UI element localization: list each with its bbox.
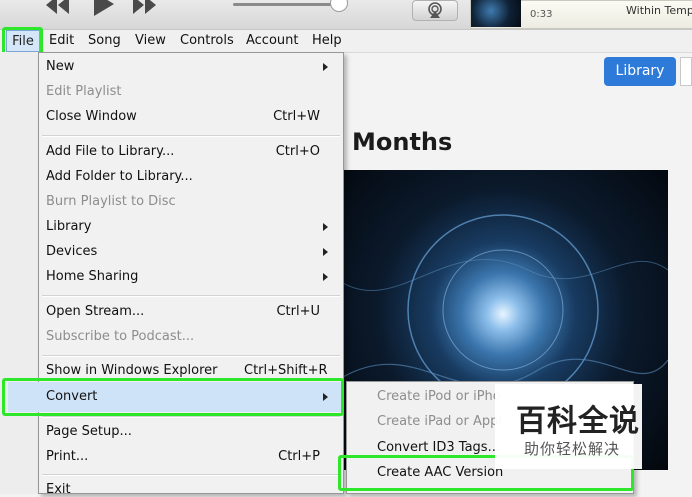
content-edge	[680, 57, 692, 86]
submenu-arrow-icon	[323, 63, 328, 71]
menu-separator	[42, 355, 340, 357]
shortcut-open-stream: Ctrl+U	[276, 304, 320, 319]
menu-item-convert[interactable]: Convert	[46, 389, 97, 404]
menu-item-exit[interactable]: Exit	[46, 482, 71, 497]
menu-item-devices[interactable]: Devices	[46, 244, 97, 259]
menu-item-add-folder[interactable]: Add Folder to Library...	[46, 169, 193, 184]
submenu-arrow-icon	[323, 273, 328, 281]
menu-account[interactable]: Account	[246, 30, 299, 52]
menu-item-add-file[interactable]: Add File to Library...	[46, 144, 174, 159]
menu-controls[interactable]: Controls	[180, 30, 234, 52]
shortcut-add-file: Ctrl+O	[275, 144, 320, 159]
menu-separator	[42, 474, 340, 476]
menu-song[interactable]: Song	[88, 30, 121, 52]
album-heading: Months	[352, 128, 453, 156]
submenu-arrow-icon	[323, 248, 328, 256]
submenu-item-create-aac[interactable]: Create AAC Version	[377, 465, 503, 480]
menu-item-burn-playlist: Burn Playlist to Disc	[46, 194, 176, 209]
airplay-icon	[428, 2, 442, 18]
airplay-button[interactable]	[412, 0, 458, 21]
volume-slider[interactable]	[233, 3, 338, 6]
watermark-title: 百科全说	[516, 404, 640, 439]
fast-forward-icon[interactable]	[132, 0, 158, 16]
menu-item-print[interactable]: Print...	[46, 449, 88, 464]
menu-separator	[42, 416, 340, 418]
submenu-arrow-icon	[323, 393, 328, 401]
menu-view[interactable]: View	[135, 30, 166, 52]
now-playing-time: 0:33	[530, 9, 553, 20]
submenu-item-create-ipod: Create iPod or iPho	[377, 389, 501, 404]
submenu-item-create-ipad: Create iPad or Appl	[377, 414, 502, 429]
menu-item-open-stream[interactable]: Open Stream...	[46, 304, 144, 319]
watermark-subtitle: 助你轻松解决	[524, 440, 621, 458]
menu-edit[interactable]: Edit	[49, 30, 74, 52]
menu-item-new[interactable]: New	[46, 59, 74, 74]
submenu-arrow-icon	[323, 223, 328, 231]
menu-item-subscribe-podcast: Subscribe to Podcast...	[46, 329, 195, 344]
rewind-icon[interactable]	[44, 0, 70, 16]
shortcut-show-in-explorer: Ctrl+Shift+R	[244, 363, 328, 378]
shortcut-close-window: Ctrl+W	[273, 109, 320, 124]
menu-separator	[42, 295, 340, 297]
sidebar	[0, 52, 40, 494]
submenu-item-convert-id3[interactable]: Convert ID3 Tags...	[377, 440, 500, 455]
library-button[interactable]: Library	[604, 57, 676, 86]
menu-separator	[42, 135, 340, 137]
menu-item-page-setup[interactable]: Page Setup...	[46, 424, 132, 439]
menu-item-library[interactable]: Library	[46, 219, 91, 234]
now-playing-artwork[interactable]	[471, 0, 521, 27]
now-playing-title: Within Temp	[626, 4, 692, 17]
play-icon[interactable]	[90, 0, 116, 16]
menu-item-edit-playlist: Edit Playlist	[46, 84, 122, 99]
menu-item-show-in-explorer[interactable]: Show in Windows Explorer	[46, 363, 217, 378]
menu-help[interactable]: Help	[312, 30, 342, 52]
shortcut-print: Ctrl+P	[278, 449, 320, 464]
menu-item-home-sharing[interactable]: Home Sharing	[46, 269, 138, 284]
menu-item-close-window[interactable]: Close Window	[46, 109, 137, 124]
